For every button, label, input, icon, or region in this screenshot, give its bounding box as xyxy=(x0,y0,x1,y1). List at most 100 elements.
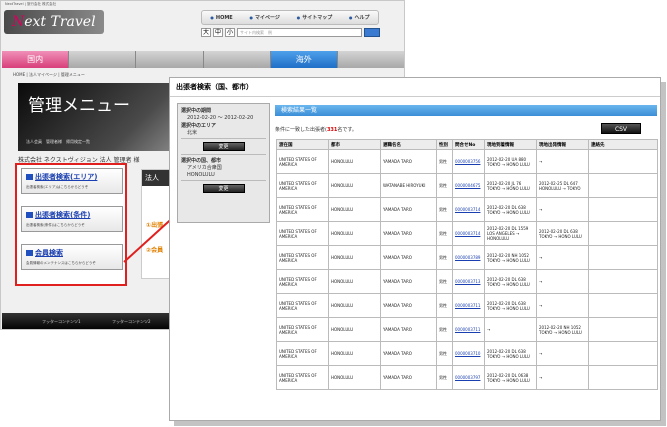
col-contact[interactable]: 連絡先 xyxy=(588,139,658,150)
cell-city: HONOLULU xyxy=(328,341,381,366)
change-city-button[interactable]: 変更 xyxy=(202,184,245,193)
results-table-body: UNITED STATES OF AMERICA HONOLULU YAMADA T… xyxy=(276,149,658,390)
table-header-row: 渡在国 都市 遅職名名 性別 問合せNo 現地到着情報 現地出発情報 連絡先 xyxy=(276,139,658,150)
cell-inquiry-no[interactable]: 0000003714 xyxy=(452,221,485,246)
member-search-button[interactable]: 会員検索 会員情報のメンテナンスはこちらからどうぞ xyxy=(21,244,123,270)
cell-city: HONOLULU xyxy=(328,245,381,270)
cell-inquiry-no[interactable]: 0000003710 xyxy=(452,341,485,366)
cell-gender: 男性 xyxy=(436,341,453,366)
nav-blank-1[interactable] xyxy=(69,51,137,68)
area-label: 選択中のエリア xyxy=(181,123,217,129)
nav-blank-4[interactable] xyxy=(338,51,404,68)
cell-departure: → xyxy=(536,269,589,294)
nav-international[interactable]: 海外 xyxy=(270,51,338,68)
cell-country: UNITED STATES OF AMERICA xyxy=(276,149,329,174)
member-search-desc: 会員情報のメンテナンスはこちらからどうぞ xyxy=(26,261,96,265)
csv-export-button[interactable]: CSV xyxy=(601,123,641,134)
cell-gender: 男性 xyxy=(436,197,453,222)
cell-arrival: 2012-02-20 UA 880 TOKYO → HONO LULU xyxy=(484,149,537,174)
cell-arrival: 2012-02-20 DL 638 TOKYO → HONO LULU xyxy=(484,341,537,366)
area-value: 北米 xyxy=(187,130,198,136)
cell-country: UNITED STATES OF AMERICA xyxy=(276,221,329,246)
nav-blank-2[interactable] xyxy=(136,51,204,68)
cell-city: HONOLULU xyxy=(328,197,381,222)
col-arrival[interactable]: 現地到着情報 xyxy=(484,139,537,150)
search-button[interactable] xyxy=(364,28,380,37)
cell-gender: 男性 xyxy=(436,173,453,198)
cell-departure: → xyxy=(536,245,589,270)
breadcrumb: HOME | 法人マイページ | 管理メニュー xyxy=(13,72,85,77)
cell-contact xyxy=(588,173,658,198)
traveler-search-area-desc: 出張者検索(エリア)はこちらからどうぞ xyxy=(26,185,89,189)
col-country[interactable]: 渡在国 xyxy=(276,139,329,150)
page-title-text: NextTravel | 旅行会社 株式会社 xyxy=(5,2,57,6)
cell-city: HONOLULU xyxy=(328,269,381,294)
cell-inquiry-no[interactable]: 0000003714 xyxy=(452,197,485,222)
col-departure[interactable]: 現地出発情報 xyxy=(536,139,589,150)
menu-tabs[interactable]: 法人会員 管理者様 帰用検定一覧 xyxy=(26,139,90,145)
footer-link-2[interactable]: フッターコンテンツ2 xyxy=(112,313,151,329)
cell-country: UNITED STATES OF AMERICA xyxy=(276,317,329,342)
cell-name: YAMADA TARO xyxy=(380,317,437,342)
mypage-link[interactable]: マイページ xyxy=(250,14,280,21)
cell-inquiry-no[interactable]: 0000003711 xyxy=(452,317,485,342)
cell-city: HONOLULU xyxy=(328,173,381,198)
cell-contact xyxy=(588,341,658,366)
divider xyxy=(181,154,266,155)
font-size-medium-button[interactable]: 中 xyxy=(213,28,223,37)
logo-text: ext Travel xyxy=(24,14,96,30)
col-inquiry-no[interactable]: 問合せNo xyxy=(452,139,485,150)
site-search-input[interactable]: サイト内検索 例 xyxy=(237,28,362,37)
cell-arrival: 2012-02-20 NH 1052 TOKYO → HONO LULU xyxy=(484,245,537,270)
col-city[interactable]: 都市 xyxy=(328,139,381,150)
table-row: UNITED STATES OF AMERICA HONOLULU YAMADA T… xyxy=(276,269,658,294)
cell-city: HONOLULU xyxy=(328,293,381,318)
change-area-button[interactable]: 変更 xyxy=(202,142,245,151)
sitemap-link[interactable]: サイトマップ xyxy=(297,14,332,21)
results-note-prefix: 条件に一致した出張者( xyxy=(275,127,327,133)
member-search-label: 会員検索 xyxy=(26,248,118,258)
table-row: UNITED STATES OF AMERICA HONOLULU YAMADA T… xyxy=(276,197,658,222)
col-name[interactable]: 遅職名名 xyxy=(380,139,437,150)
cell-contact xyxy=(588,365,658,390)
selection-panel: 選択中の期間 2012-02-20 〜 2012-02-20 選択中のエリア 北… xyxy=(177,103,270,223)
cell-inquiry-no[interactable]: 0000003713 xyxy=(452,269,485,294)
cell-inquiry-no[interactable]: 0000003797 xyxy=(452,365,485,390)
cell-country: UNITED STATES OF AMERICA xyxy=(276,293,329,318)
results-header: 検索結果一覧 xyxy=(275,105,657,116)
info-item-1[interactable]: ①出張 xyxy=(146,220,163,229)
global-nav: 国内 海外 xyxy=(2,51,404,68)
traveler-search-condition-button[interactable]: 出張者検索(条件) 出張者検索(条件)はこちらからどうぞ xyxy=(21,206,123,232)
home-link[interactable]: HOME xyxy=(210,15,233,21)
cell-gender: 男性 xyxy=(436,365,453,390)
cell-country: UNITED STATES OF AMERICA xyxy=(276,197,329,222)
cell-departure: 2012-02-20 DL 638 TOKYO → HONO LULU xyxy=(536,221,589,246)
font-size-small-button[interactable]: 小 xyxy=(225,28,235,37)
nav-domestic[interactable]: 国内 xyxy=(2,51,70,68)
cell-inquiry-no[interactable]: 0000003756 xyxy=(452,149,485,174)
traveler-search-area-button[interactable]: 出張者検索(エリア) 出張者検索(エリア)はこちらからどうぞ xyxy=(21,168,123,194)
footer-link-1[interactable]: フッターコンテンツ1 xyxy=(42,313,81,329)
cell-inquiry-no[interactable]: 0000003789 xyxy=(452,245,485,270)
font-size-large-button[interactable]: 大 xyxy=(201,28,211,37)
cell-contact xyxy=(588,269,658,294)
info-item-2[interactable]: ②会員 xyxy=(146,245,163,254)
cell-city: HONOLULU xyxy=(328,149,381,174)
cell-name: YAMADA TARO xyxy=(380,293,437,318)
help-link[interactable]: ヘルプ xyxy=(349,14,370,21)
cell-inquiry-no[interactable]: 0000004675 xyxy=(452,173,485,198)
site-logo[interactable]: Next Travel xyxy=(4,10,104,34)
cell-name: YAMADA TARO xyxy=(380,197,437,222)
cell-departure: → xyxy=(536,341,589,366)
cell-name: YAMADA TARO xyxy=(380,341,437,366)
cell-country: UNITED STATES OF AMERICA xyxy=(276,269,329,294)
cell-arrival: → xyxy=(484,317,537,342)
cell-departure: 2012-02-20 NH 1052 TOKYO → HONO LULU xyxy=(536,317,589,342)
col-gender[interactable]: 性別 xyxy=(436,139,453,150)
cell-departure: → xyxy=(536,149,589,174)
table-row: UNITED STATES OF AMERICA HONOLULU YAMADA T… xyxy=(276,317,658,342)
results-table: 渡在国 都市 遅職名名 性別 問合せNo 現地到着情報 現地出発情報 連絡先 U… xyxy=(276,139,658,390)
table-row: UNITED STATES OF AMERICA HONOLULU WATANABE… xyxy=(276,173,658,198)
nav-blank-3[interactable] xyxy=(204,51,271,68)
cell-inquiry-no[interactable]: 0000003711 xyxy=(452,293,485,318)
